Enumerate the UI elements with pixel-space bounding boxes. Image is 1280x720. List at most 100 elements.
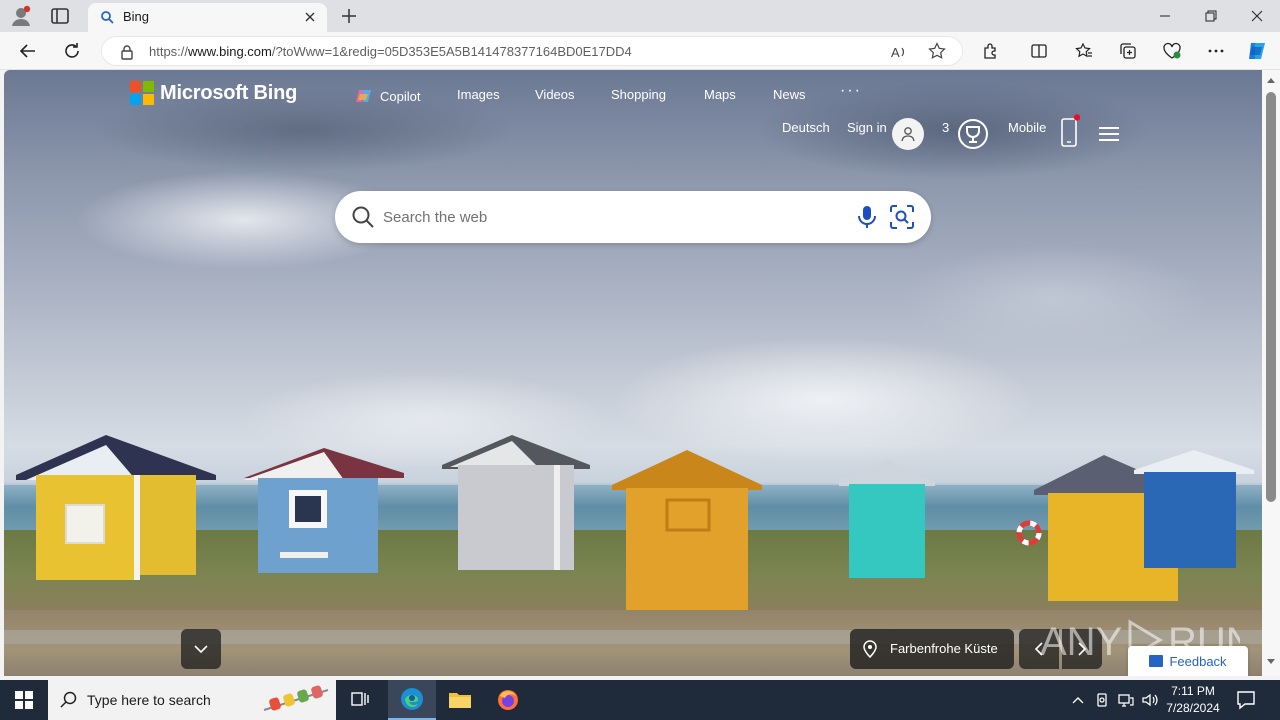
- chevron-down-icon: [194, 645, 208, 654]
- back-button[interactable]: [16, 39, 40, 63]
- search-icon: [100, 10, 114, 24]
- yellow-hut-image: [16, 435, 216, 580]
- nav-shopping[interactable]: Shopping: [611, 87, 666, 102]
- nav-images[interactable]: Images: [457, 87, 500, 102]
- tab-actions-icon[interactable]: [48, 5, 72, 27]
- notification-center-icon[interactable]: [1234, 688, 1258, 712]
- tab-title: Bing: [123, 9, 150, 24]
- browser-essentials-icon[interactable]: [1160, 39, 1184, 63]
- tab-bing[interactable]: Bing: [88, 3, 327, 32]
- feedback-icon: [1149, 655, 1164, 667]
- windows-logo-icon: [15, 691, 33, 709]
- svg-text:ANY: ANY: [1040, 620, 1122, 664]
- taskbar-edge-button[interactable]: [388, 680, 436, 720]
- page-scrollbar[interactable]: [1262, 70, 1280, 676]
- screen: Bing https://www.bing.com/?toWww=1&redig…: [0, 0, 1280, 720]
- rewards-trophy-icon[interactable]: [957, 118, 989, 150]
- search-highlight-icon: [263, 685, 329, 711]
- microphone-icon[interactable]: [855, 204, 879, 230]
- url-path: /?toWww=1&redig=05D353E5A5B141478377164B…: [271, 44, 632, 59]
- taskbar-firefox-button[interactable]: [484, 680, 532, 720]
- url-prefix: https://: [149, 44, 189, 59]
- scrollbar-thumb[interactable]: [1266, 92, 1276, 502]
- file-explorer-icon: [449, 693, 471, 708]
- copilot-icon[interactable]: [1245, 39, 1269, 63]
- nav-news[interactable]: News: [773, 87, 806, 102]
- feedback-label: Feedback: [1169, 653, 1227, 669]
- nav-maps[interactable]: Maps: [704, 87, 736, 102]
- teal-hut-image: [839, 460, 935, 578]
- location-pin-icon: [862, 640, 878, 659]
- start-button[interactable]: [0, 680, 48, 720]
- address-bar[interactable]: https://www.bing.com/?toWww=1&redig=05D3…: [101, 36, 963, 66]
- clock-date: 7/28/2024: [1166, 701, 1220, 715]
- taskbar-explorer-button[interactable]: [436, 680, 484, 720]
- scroll-up-arrow-icon[interactable]: [1266, 76, 1276, 84]
- visual-search-icon[interactable]: [889, 204, 915, 230]
- tab-strip: Bing: [0, 0, 1280, 32]
- image-location-label: Farbenfrohe Küste: [890, 641, 998, 656]
- search-box[interactable]: [335, 191, 931, 243]
- taskbar-search-placeholder: Type here to search: [87, 692, 211, 708]
- extensions-icon[interactable]: [979, 39, 1003, 63]
- volume-icon[interactable]: [1140, 690, 1160, 710]
- hamburger-menu-icon[interactable]: [1098, 125, 1120, 143]
- blue-hut-image: [244, 448, 404, 573]
- nav-more-button[interactable]: ···: [840, 82, 862, 100]
- windows-taskbar: Type here to search 7:11 PM 7/28/2024: [0, 680, 1280, 720]
- language-link[interactable]: Deutsch: [782, 120, 830, 135]
- microsoft-logo-icon: [130, 81, 154, 105]
- new-tab-button[interactable]: [338, 5, 360, 27]
- search-input[interactable]: [383, 203, 843, 231]
- settings-more-icon[interactable]: [1204, 39, 1228, 63]
- clock-time: 7:11 PM: [1171, 684, 1215, 698]
- blue-hut-right-image: [1134, 450, 1254, 568]
- bing-homepage: Microsoft Bing Copilot Images Videos Sho…: [4, 70, 1262, 676]
- profile-icon[interactable]: [10, 5, 32, 27]
- favorites-icon[interactable]: [1072, 39, 1096, 63]
- favorite-star-icon[interactable]: [928, 42, 946, 65]
- minimize-button[interactable]: [1142, 0, 1188, 32]
- collections-icon[interactable]: [1116, 39, 1140, 63]
- close-window-button[interactable]: [1234, 0, 1280, 32]
- firefox-icon: [498, 690, 518, 710]
- sign-in-link[interactable]: Sign in: [847, 120, 887, 135]
- bing-brand: Microsoft Bing: [160, 81, 298, 104]
- feedback-button[interactable]: Feedback: [1128, 646, 1248, 676]
- taskbar-search-box[interactable]: Type here to search: [48, 680, 336, 720]
- orange-hut-image: [612, 450, 762, 610]
- svg-text:A: A: [891, 45, 900, 60]
- grey-hut-image: [442, 435, 590, 570]
- task-view-button[interactable]: [336, 680, 384, 720]
- avatar-icon[interactable]: [892, 118, 924, 150]
- browser-toolbar: https://www.bing.com/?toWww=1&redig=05D3…: [0, 32, 1280, 70]
- image-location-button[interactable]: Farbenfrohe Küste: [850, 629, 1014, 669]
- edge-icon: [401, 688, 423, 710]
- search-icon: [351, 205, 375, 229]
- url-text: https://www.bing.com/?toWww=1&redig=05D3…: [149, 44, 632, 59]
- life-ring-image: [1016, 520, 1042, 546]
- taskbar-search-icon: [60, 691, 77, 708]
- close-tab-icon[interactable]: [303, 10, 317, 24]
- tray-device-icon[interactable]: [1092, 690, 1112, 710]
- lock-icon[interactable]: [120, 44, 134, 65]
- task-view-icon: [351, 692, 369, 706]
- split-screen-icon[interactable]: [1027, 39, 1051, 63]
- refresh-button[interactable]: [60, 39, 84, 63]
- rewards-count[interactable]: 3: [942, 120, 949, 135]
- nav-copilot-label: Copilot: [380, 88, 421, 104]
- scroll-down-button[interactable]: [181, 629, 221, 669]
- copilot-logo-icon: [355, 87, 373, 105]
- read-aloud-icon[interactable]: A: [890, 43, 908, 66]
- tray-overflow-icon[interactable]: [1068, 690, 1088, 710]
- mobile-link[interactable]: Mobile: [1008, 120, 1046, 135]
- scroll-down-arrow-icon[interactable]: [1266, 658, 1276, 666]
- restore-button[interactable]: [1188, 0, 1234, 32]
- network-icon[interactable]: [1116, 690, 1136, 710]
- bing-logo[interactable]: Microsoft Bing: [130, 81, 297, 105]
- nav-copilot[interactable]: Copilot: [355, 87, 420, 105]
- nav-videos[interactable]: Videos: [535, 87, 575, 102]
- url-host: www.bing.com: [188, 44, 272, 59]
- mobile-phone-icon[interactable]: [1060, 114, 1081, 148]
- taskbar-clock[interactable]: 7:11 PM 7/28/2024: [1160, 683, 1226, 717]
